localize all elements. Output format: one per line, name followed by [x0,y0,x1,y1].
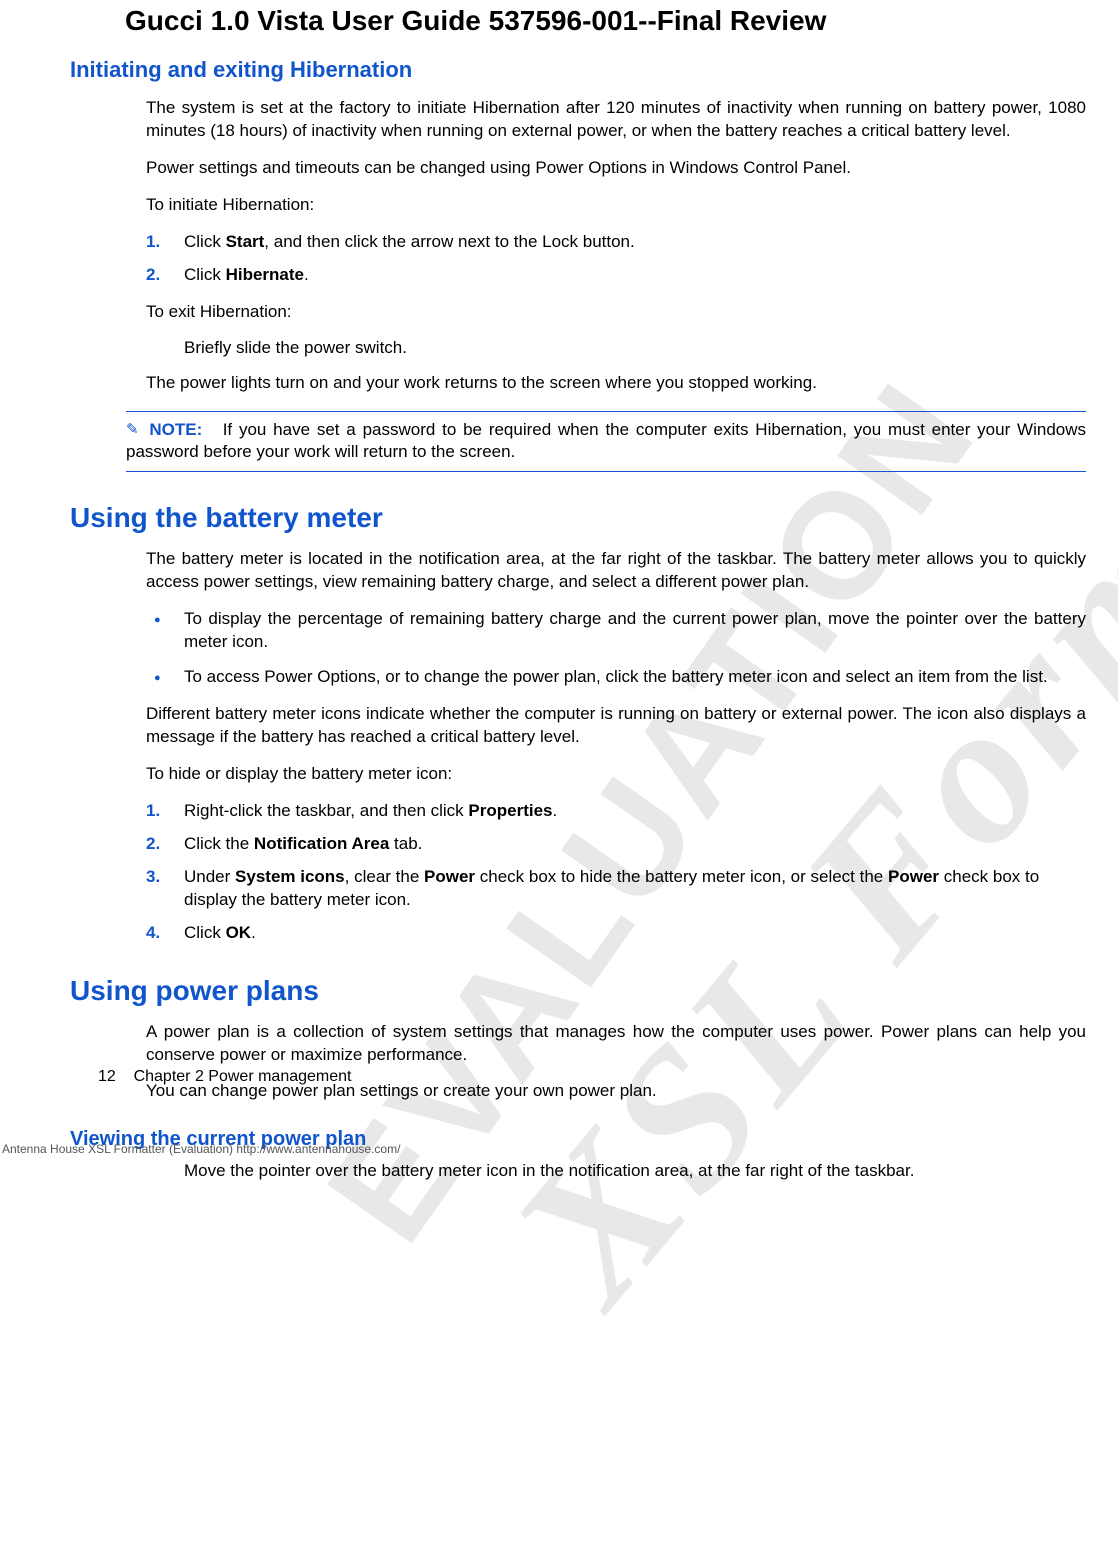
doc-title: Gucci 1.0 Vista User Guide 537596-001--F… [125,5,1118,37]
list-item: To access Power Options, or to change th… [146,666,1086,689]
list-item: Click Hibernate. [146,264,1086,287]
body-text: The battery meter is located in the noti… [146,548,1086,594]
heading-battery-meter: Using the battery meter [70,502,1118,534]
chapter-label: Chapter 2 Power management [134,1068,352,1085]
list-item: Under System icons, clear the Power chec… [146,866,1086,912]
body-text: Move the pointer over the battery meter … [184,1161,1086,1181]
body-text: To initiate Hibernation: [146,194,1086,217]
body-text: To exit Hibernation: [146,301,1086,324]
note-label: NOTE: [149,420,202,439]
note-box: ✎ NOTE: If you have set a password to be… [126,411,1086,473]
list-item: Right-click the taskbar, and then click … [146,800,1086,823]
list-item: To display the percentage of remaining b… [146,608,1086,654]
body-text: Briefly slide the power switch. [184,338,1086,358]
body-text: The system is set at the factory to init… [146,97,1086,143]
body-text: To hide or display the battery meter ico… [146,763,1086,786]
list-item: Click OK. [146,922,1086,945]
eval-footer: Antenna House XSL Formatter (Evaluation)… [2,1142,400,1156]
body-text: The power lights turn on and your work r… [146,372,1086,395]
note-text: If you have set a password to be require… [126,420,1086,462]
note-icon: ✎ [126,420,139,440]
list-item: Click the Notification Area tab. [146,833,1086,856]
body-text: A power plan is a collection of system s… [146,1021,1086,1067]
body-text: Different battery meter icons indicate w… [146,703,1086,749]
list-item: Click Start, and then click the arrow ne… [146,231,1086,254]
heading-hibernation: Initiating and exiting Hibernation [70,57,1118,83]
body-text: Power settings and timeouts can be chang… [146,157,1086,180]
heading-power-plans: Using power plans [70,975,1118,1007]
page-number: 12 [98,1068,116,1085]
page-footer: 12 Chapter 2 Power management [98,1068,351,1086]
